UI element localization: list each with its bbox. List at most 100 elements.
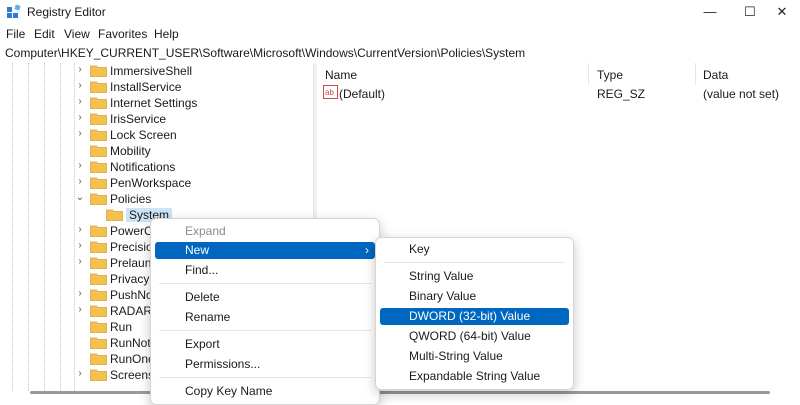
folder-icon [90, 321, 107, 333]
menu-file[interactable]: File [6, 27, 25, 41]
new-submenu-item-label: Expandable String Value [409, 369, 541, 383]
tree-item-label: PenWorkspace [110, 176, 192, 190]
new-submenu-item[interactable]: QWORD (64-bit) Value [380, 328, 569, 345]
context-menu-item-label: Permissions... [185, 357, 261, 371]
column-type-header[interactable]: Type [597, 68, 623, 82]
value-data-cell: (value not set) [703, 87, 780, 101]
context-menu-item-label: Find... [185, 263, 219, 277]
new-submenu-item-label: Binary Value [409, 289, 477, 303]
context-menu-item[interactable]: Find... [155, 262, 375, 279]
address-bar[interactable]: Computer\HKEY_CURRENT_USER\Software\Micr… [0, 44, 800, 64]
column-separator[interactable] [588, 63, 589, 85]
tree-item[interactable]: › Internet Settings [0, 95, 300, 111]
tree-item-label: Internet Settings [110, 96, 198, 110]
address-path: Computer\HKEY_CURRENT_USER\Software\Micr… [5, 46, 526, 60]
chevron-down-icon[interactable]: ⌄ [75, 192, 85, 203]
new-submenu-item[interactable]: DWORD (32-bit) Value [380, 308, 569, 325]
menu-separator [159, 283, 371, 284]
context-menu-item-label: New [185, 243, 210, 257]
tree-item-label: InstallService [110, 80, 182, 94]
chevron-right-icon[interactable]: › [75, 176, 85, 187]
title-bar: Registry Editor — ☐ ✕ [0, 0, 800, 24]
tree-item-label: Mobility [110, 144, 151, 158]
context-menu-item[interactable]: Copy Key Name [155, 383, 375, 400]
menu-edit[interactable]: Edit [34, 27, 55, 41]
tree-item[interactable]: › PenWorkspace [0, 175, 300, 191]
tree-item[interactable]: › ImmersiveShell [0, 63, 300, 79]
folder-icon [90, 193, 107, 205]
folder-icon [90, 161, 107, 173]
chevron-right-icon[interactable]: › [75, 288, 85, 299]
value-name-cell[interactable]: (Default) [339, 87, 385, 101]
menu-view[interactable]: View [64, 27, 90, 41]
folder-icon [90, 225, 107, 237]
folder-icon [106, 209, 123, 221]
tree-item[interactable]: › Lock Screen [0, 127, 300, 143]
new-submenu-item[interactable]: Key [380, 241, 569, 258]
menu-separator [384, 262, 565, 263]
context-menu-item[interactable]: Export [155, 336, 375, 353]
new-submenu-item[interactable]: Multi-String Value [380, 348, 569, 365]
context-menu-item-label: Copy Key Name [185, 384, 273, 398]
folder-icon [90, 129, 107, 141]
tree-item[interactable]: Mobility [0, 143, 300, 159]
menu-separator [159, 377, 371, 378]
folder-icon [90, 81, 107, 93]
folder-icon [90, 113, 107, 125]
column-name-header[interactable]: Name [325, 68, 357, 82]
menu-favorites[interactable]: Favorites [98, 27, 147, 41]
chevron-right-icon[interactable]: › [75, 160, 85, 171]
new-submenu-item-label: Key [409, 242, 430, 256]
chevron-right-icon[interactable]: › [75, 224, 85, 235]
chevron-right-icon[interactable]: › [75, 96, 85, 107]
folder-icon [90, 65, 107, 77]
context-menu-item[interactable]: New › [155, 242, 375, 259]
tree-item[interactable]: › Notifications [0, 159, 300, 175]
folder-icon [90, 353, 107, 365]
chevron-right-icon[interactable]: › [75, 240, 85, 251]
close-button[interactable]: ✕ [762, 0, 800, 24]
tree-item-label: IrisService [110, 112, 167, 126]
chevron-right-icon[interactable]: › [75, 112, 85, 123]
folder-icon [90, 305, 107, 317]
chevron-right-icon[interactable]: › [75, 80, 85, 91]
tree-item-label: Lock Screen [110, 128, 177, 142]
folder-icon [90, 337, 107, 349]
new-submenu-item[interactable]: Binary Value [380, 288, 569, 305]
tree-item-label: Run [110, 320, 133, 334]
chevron-right-icon[interactable]: › [75, 128, 85, 139]
registry-editor-icon [7, 4, 21, 18]
submenu-arrow-icon: › [365, 243, 369, 257]
chevron-right-icon[interactable]: › [75, 256, 85, 267]
menu-help[interactable]: Help [154, 27, 179, 41]
folder-icon [90, 369, 107, 381]
new-submenu-item-label: QWORD (64-bit) Value [409, 329, 531, 343]
horizontal-scrollbar-thumb[interactable] [30, 391, 770, 394]
chevron-right-icon[interactable]: › [75, 64, 85, 75]
column-data-header[interactable]: Data [703, 68, 728, 82]
context-menu-item[interactable]: Delete [155, 289, 375, 306]
new-submenu-item[interactable]: String Value [380, 268, 569, 285]
menu-bar: File Edit View Favorites Help [0, 24, 800, 44]
tree-item[interactable]: › IrisService [0, 111, 300, 127]
context-menu-item-label: Expand [185, 224, 226, 238]
tree-item[interactable]: › InstallService [0, 79, 300, 95]
folder-icon [90, 97, 107, 109]
minimize-button[interactable]: — [690, 0, 730, 24]
context-menu-item[interactable]: Permissions... [155, 356, 375, 373]
new-submenu: Key String Value Binary Value DWORD (32-bit… [375, 237, 574, 390]
context-menu: Expand New › Find... Delete Rename Export Permi… [150, 218, 380, 405]
chevron-right-icon[interactable]: › [75, 304, 85, 315]
chevron-right-icon[interactable]: › [75, 368, 85, 379]
tree-item-label: Privacy [110, 272, 150, 286]
column-separator[interactable] [695, 63, 696, 85]
new-submenu-item-label: DWORD (32-bit) Value [409, 309, 531, 323]
tree-item[interactable]: ⌄ Policies [0, 191, 300, 207]
value-type-cell: REG_SZ [597, 87, 646, 101]
tree-item-label: ImmersiveShell [110, 64, 193, 78]
folder-icon [90, 241, 107, 253]
context-menu-item[interactable]: Rename [155, 309, 375, 326]
new-submenu-item[interactable]: Expandable String Value [380, 368, 569, 385]
new-submenu-item-label: Multi-String Value [409, 349, 503, 363]
folder-icon [90, 289, 107, 301]
